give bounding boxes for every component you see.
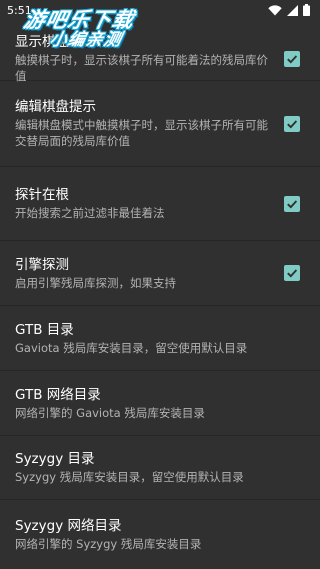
setting-title: GTB 网络目录 <box>15 386 101 403</box>
setting-syzygy-directory[interactable]: Syzygy 目录 Syzygy 残局库安装目录，留空使用默认目录 <box>0 436 320 500</box>
setting-summary: Syzygy 残局库安装目录，留空使用默认目录 <box>15 470 244 484</box>
setting-title: Syzygy 网络目录 <box>15 517 122 534</box>
setting-title: 编辑棋盘提示 <box>15 99 96 115</box>
setting-engine-probe[interactable]: 引擎探测 启用引擎残局库探测，如果支持 <box>0 241 320 306</box>
watermark-logo: 游吧乐下载 小编亲测 <box>18 8 137 50</box>
watermark-line2: 小编亲测 <box>47 30 124 50</box>
checkmark-icon <box>287 119 298 128</box>
checkbox[interactable] <box>284 50 300 67</box>
checkbox[interactable] <box>284 265 300 281</box>
setting-title: GTB 目录 <box>15 321 74 338</box>
setting-edit-board-hints[interactable]: 编辑棋盘提示 编辑棋盘模式中触摸棋子时，显示该棋子所有可能交替局面的残局库价值 <box>0 81 320 167</box>
checkmark-icon <box>287 54 298 63</box>
setting-gtb-network-directory[interactable]: GTB 网络目录 网络引擎的 Gaviota 残局库安装目录 <box>0 371 320 436</box>
setting-summary: 开始搜索之前过滤非最佳着法 <box>15 206 165 220</box>
setting-summary: 网络引擎的 Syzygy 残局库安装目录 <box>15 536 202 551</box>
wifi-icon <box>268 4 282 16</box>
checkbox[interactable] <box>284 115 300 132</box>
cellular-signal-icon <box>287 4 298 16</box>
battery-icon <box>303 4 310 16</box>
checkmark-icon <box>287 269 298 278</box>
setting-title: 探针在根 <box>15 187 69 203</box>
setting-syzygy-network-directory[interactable]: Syzygy 网络目录 网络引擎的 Syzygy 残局库安装目录 <box>0 500 320 568</box>
watermark-line1: 游吧乐下载 <box>21 8 137 32</box>
setting-summary: 启用引擎残局库探测，如果支持 <box>15 275 176 290</box>
setting-summary: 触摸棋子时，显示该棋子所有可能着法的残局库价值 <box>15 53 268 83</box>
setting-summary: 编辑棋盘模式中触摸棋子时，显示该棋子所有可能交替局面的残局库价值 <box>15 118 268 148</box>
setting-title: 引擎探测 <box>15 256 69 273</box>
setting-title: Syzygy 目录 <box>15 451 95 467</box>
settings-screen: 5:51 游吧乐下载 小编亲测 显示棋盘 触摸棋子时，显示该棋子所有可能着法的残… <box>0 0 320 569</box>
settings-list: 显示棋盘 触摸棋子时，显示该棋子所有可能着法的残局库价值 编辑棋盘提示 编辑棋盘… <box>0 34 320 568</box>
checkbox[interactable] <box>284 195 300 212</box>
setting-gtb-directory[interactable]: GTB 目录 Gaviota 残局库安装目录，留空使用默认目录 <box>0 306 320 371</box>
setting-probe-at-root[interactable]: 探针在根 开始搜索之前过滤非最佳着法 <box>0 167 320 241</box>
setting-summary: Gaviota 残局库安装目录，留空使用默认目录 <box>15 340 248 355</box>
status-icons <box>268 4 310 16</box>
setting-summary: 网络引擎的 Gaviota 残局库安装目录 <box>15 405 205 420</box>
checkmark-icon <box>287 199 298 208</box>
